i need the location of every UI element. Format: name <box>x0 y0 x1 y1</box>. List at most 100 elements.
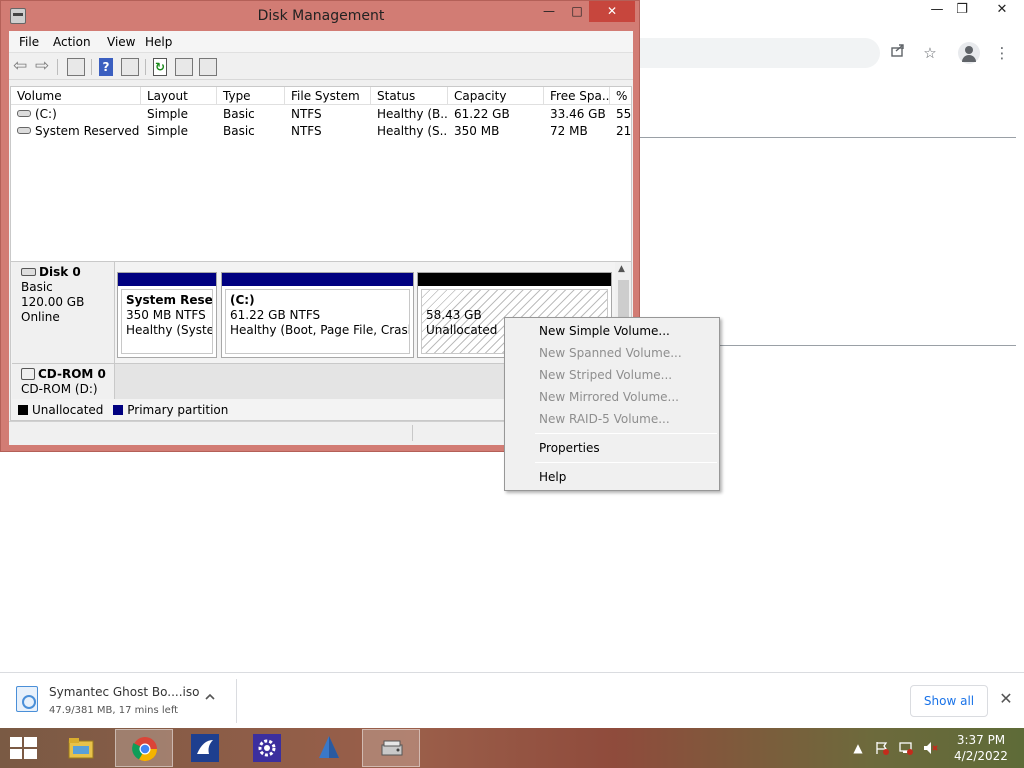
properties-panel-icon[interactable] <box>121 58 139 76</box>
system-clock[interactable]: 3:37 PM 4/2/2022 <box>950 732 1012 764</box>
menu-item-new-mirrored-volume: New Mirrored Volume... <box>539 390 679 404</box>
rescan-disks-icon[interactable] <box>175 58 193 76</box>
partition-system-reserved[interactable]: System Reserve 350 MB NTFS Healthy (Syst… <box>117 272 217 358</box>
back-arrow-icon[interactable]: ⇦ <box>13 58 31 76</box>
chrome-icon <box>131 735 159 763</box>
column-header-percent-free[interactable]: % F <box>610 87 631 105</box>
legend-swatch-primary <box>113 404 124 415</box>
disk-state: Online <box>21 310 60 324</box>
share-icon[interactable] <box>887 42 909 64</box>
menu-action[interactable]: Action <box>53 35 91 49</box>
address-bar[interactable] <box>640 38 880 68</box>
taskbar-app-blue[interactable] <box>176 729 234 767</box>
toolbar-separator <box>145 59 146 75</box>
folder-icon <box>67 734 95 762</box>
cdrom-0-label[interactable]: CD-ROM 0 CD-ROM (D:) <box>12 363 115 399</box>
taskbar-app-sail[interactable] <box>300 729 358 767</box>
bookmark-star-icon[interactable]: ☆ <box>919 42 941 64</box>
volume-cell: (C:) <box>11 106 141 123</box>
partition-size: 61.22 GB NTFS <box>230 308 321 322</box>
free-space-cell: 72 MB <box>550 124 588 138</box>
download-progress-text: 47.9/381 MB, 17 mins left <box>49 705 179 716</box>
sail-app-icon <box>315 734 343 762</box>
partition-color-bar <box>222 273 413 286</box>
menu-help[interactable]: Help <box>145 35 172 49</box>
legend-swatch-unallocated <box>18 404 28 415</box>
start-button[interactable] <box>10 737 37 759</box>
chrome-restore-button[interactable]: ❐ <box>943 0 981 22</box>
volume-list: Volume Layout Type File System Status Ca… <box>10 86 632 286</box>
column-header-layout[interactable]: Layout <box>141 87 217 105</box>
show-hide-console-tree-icon[interactable] <box>67 58 85 76</box>
forward-arrow-icon[interactable]: ⇨ <box>35 58 53 76</box>
scrollbar-thumb[interactable] <box>618 280 629 320</box>
column-header-file-system[interactable]: File System <box>285 87 371 105</box>
toolbar-separator <box>57 59 58 75</box>
percent-free-cell: 55 <box>616 107 632 121</box>
download-file-name[interactable]: Symantec Ghost Bo....iso <box>49 685 199 699</box>
taskbar-file-explorer[interactable] <box>52 729 110 767</box>
action-center-flag-icon[interactable] <box>874 740 890 756</box>
menu-item-new-simple-volume[interactable]: New Simple Volume... <box>507 320 717 342</box>
menu-separator <box>535 462 717 463</box>
windows-logo-pane <box>24 749 37 759</box>
profile-avatar-icon[interactable] <box>958 42 980 64</box>
menu-view[interactable]: View <box>107 35 135 49</box>
download-separator <box>236 679 237 723</box>
partition-size: 350 MB NTFS <box>126 308 206 322</box>
volume-list-header: Volume Layout Type File System Status Ca… <box>11 87 631 105</box>
properties-icon[interactable] <box>199 58 217 76</box>
refresh-icon[interactable]: ↻ <box>153 58 167 76</box>
taskbar-disk-management[interactable] <box>362 729 420 767</box>
disk-management-icon <box>378 735 406 763</box>
layout-cell: Simple <box>147 124 188 138</box>
partition-c-drive[interactable]: (C:) 61.22 GB NTFS Healthy (Boot, Page F… <box>221 272 414 358</box>
close-download-bar-button[interactable]: ✕ <box>996 689 1016 709</box>
volume-muted-icon[interactable] <box>922 740 938 756</box>
help-icon[interactable]: ? <box>99 58 113 76</box>
taskbar-settings[interactable] <box>238 729 296 767</box>
show-all-button[interactable]: Show all <box>910 685 988 717</box>
menu-separator <box>535 433 717 434</box>
column-header-volume[interactable]: Volume <box>11 87 141 105</box>
menu-file[interactable]: File <box>19 35 39 49</box>
blue-bird-app-icon <box>191 734 219 762</box>
menu-item-help[interactable]: Help <box>507 466 717 488</box>
taskbar: ▲ 3:37 PM 4/2/2022 <box>0 728 1024 768</box>
partition-info: System Reserve 350 MB NTFS Healthy (Syst… <box>121 289 213 354</box>
download-options-chevron-icon[interactable] <box>204 691 216 706</box>
table-row[interactable]: System Reserved Simple Basic NTFS Health… <box>11 123 631 140</box>
chrome-menu-icon[interactable]: ⋮ <box>991 42 1013 64</box>
window-titlebar[interactable]: Disk Management — □ ✕ <box>1 1 639 31</box>
cdrom-drive: CD-ROM (D:) <box>21 382 98 396</box>
windows-logo-pane <box>10 749 22 759</box>
cdrom-name: CD-ROM 0 <box>38 367 106 381</box>
scroll-up-arrow-icon[interactable]: ▲ <box>618 264 625 274</box>
column-header-capacity[interactable]: Capacity <box>448 87 544 105</box>
settings-gear-icon <box>253 734 281 762</box>
taskbar-chrome[interactable] <box>115 729 173 767</box>
legend: Unallocated Primary partition <box>18 403 228 417</box>
column-header-type[interactable]: Type <box>217 87 285 105</box>
legend-label: Primary partition <box>127 403 229 417</box>
partition-name: (C:) <box>230 293 255 307</box>
network-icon[interactable] <box>898 740 914 756</box>
show-hidden-icons-icon[interactable]: ▲ <box>850 740 866 756</box>
status-cell: Healthy (B... <box>377 107 448 121</box>
chrome-close-button[interactable]: ✕ <box>983 0 1021 22</box>
iso-file-icon <box>16 686 38 712</box>
close-button[interactable]: ✕ <box>589 1 635 22</box>
volume-cell: System Reserved <box>11 123 141 140</box>
disk-0-label[interactable]: Disk 0 Basic 120.00 GB Online <box>12 262 115 363</box>
status-bar-separator <box>412 425 413 441</box>
column-header-free-space[interactable]: Free Spa... <box>544 87 610 105</box>
partition-status: Healthy (System, <box>126 323 213 337</box>
file-system-cell: NTFS <box>291 107 322 121</box>
table-row[interactable]: (C:) Simple Basic NTFS Healthy (B... 61.… <box>11 106 632 123</box>
column-header-status[interactable]: Status <box>371 87 448 105</box>
status-cell: Healthy (S... <box>377 124 448 138</box>
volume-name: (C:) <box>35 107 57 121</box>
menu-item-new-striped-volume: New Striped Volume... <box>539 368 673 382</box>
toolbar-separator <box>91 59 92 75</box>
menu-item-properties[interactable]: Properties <box>507 437 717 459</box>
